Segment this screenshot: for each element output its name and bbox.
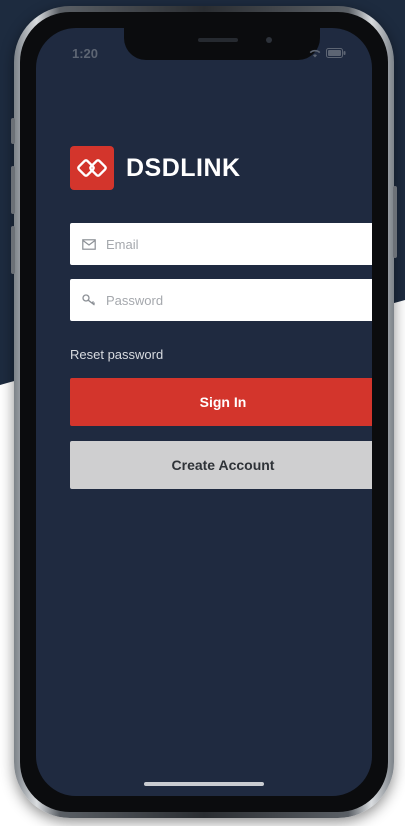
silent-switch (11, 118, 15, 144)
status-icons (308, 48, 346, 58)
envelope-icon (82, 238, 96, 250)
app-screen: 1:20 DSDLINK Email Reset password Sign I… (36, 28, 372, 796)
volume-up-button (11, 166, 15, 214)
password-input[interactable] (104, 291, 358, 309)
wifi-icon (309, 49, 321, 58)
email-field[interactable] (70, 223, 372, 265)
phone-frame: 1:20 DSDLINK Email Reset password Sign I… (11, 6, 397, 818)
brand-logo (70, 146, 114, 190)
brand-header: DSDLINK (70, 146, 372, 190)
power-button (393, 186, 397, 258)
home-indicator[interactable] (144, 782, 264, 786)
status-time: 1:20 (72, 46, 99, 61)
interlinked-rings-icon (77, 159, 107, 177)
key-icon (82, 294, 96, 306)
phone-bezel: 1:20 DSDLINK Email Reset password Sign I… (20, 12, 388, 812)
email-input[interactable] (104, 235, 358, 253)
create-account-button[interactable]: Create Account (70, 441, 372, 489)
notch (124, 28, 320, 60)
battery-icon (326, 48, 346, 58)
speaker-grille (198, 38, 238, 42)
front-camera (266, 37, 272, 43)
sign-in-button[interactable]: Sign In (70, 378, 372, 426)
login-content: DSDLINK Reset password (70, 146, 372, 489)
reset-password-link[interactable]: Reset password (70, 347, 372, 362)
status-bar: 1:20 (36, 28, 372, 68)
password-field[interactable] (70, 279, 372, 321)
brand-name: DSDLINK (126, 153, 241, 182)
volume-down-button (11, 226, 15, 274)
